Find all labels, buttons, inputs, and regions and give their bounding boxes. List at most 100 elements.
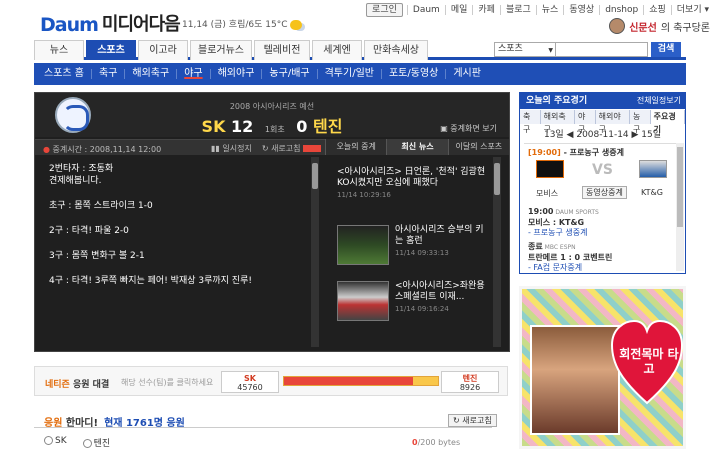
live-time: ● 중계시간 : 2008,11,14 12:00 (43, 145, 162, 154)
games-tab[interactable]: 농구 (630, 110, 651, 134)
tab-4[interactable]: 텔레비전 (254, 40, 310, 60)
subnav-item[interactable]: 포토/동영상 (380, 69, 445, 79)
ktg-logo (639, 160, 667, 178)
panel-tab[interactable]: 오늘의 중계 (325, 139, 387, 155)
panel-scrollbar[interactable] (676, 143, 684, 271)
vote-sk-radio[interactable]: SK (44, 436, 67, 449)
cheer-battle: 네티즌 응원 대결 해당 선수(팀)를 클릭하세요 SK 45760 텐진 8926 (34, 366, 508, 396)
panel-tab[interactable]: 이달의 스포츠 (447, 139, 509, 155)
daum-logo[interactable]: Daum 미디어다음 (40, 10, 181, 36)
top-nav-link[interactable]: 블로그 (499, 5, 536, 15)
team1-name: 모비스 (536, 189, 559, 198)
panel-tab[interactable]: 최신 뉴스 (386, 139, 448, 155)
home-score: 12 (231, 117, 254, 136)
subnav-item[interactable]: 격투기/일반 (316, 69, 381, 79)
cheer-team-sk[interactable]: SK 45760 (221, 371, 279, 393)
tab-0[interactable]: 뉴스 (34, 40, 84, 60)
news-item[interactable]: 아시아시리즈 승부의 키는 홈런 11/14 09:33:13 (395, 225, 487, 257)
news-item[interactable]: <아시아시리즈> 日언론, '천적' 김광현 KO시켰지만 오십에 패했다 11… (337, 167, 487, 199)
subnav-item[interactable]: 게시판 (445, 69, 488, 79)
video-relay-button[interactable]: 동영상중계 (582, 186, 627, 199)
ad-text: 회전목마 타고 (619, 347, 679, 376)
live-scoreboard: 2008 아시아시리즈 예선 SK 12 1회초 0 텐진 ▣ 중계화면 보기 … (34, 92, 510, 352)
vs-label: VS (592, 162, 613, 178)
news-item[interactable]: <아시아시리즈>좌완용 스페셜리트 이재... 11/14 09:16:24 (395, 281, 487, 313)
search-scope-select[interactable]: 스포츠 (494, 42, 556, 57)
news-scrollbar[interactable] (493, 157, 501, 347)
news-thumbnail[interactable] (337, 225, 389, 265)
news-thumbnail[interactable] (337, 281, 389, 321)
top-nav-link[interactable]: 카페 (472, 5, 500, 15)
top-nav-link[interactable]: 쇼핑 (643, 5, 671, 15)
schedule-header: 19:00 DAUM SPORTS (528, 207, 674, 218)
schedule-source: MBC ESPN (542, 244, 576, 251)
commentary-line: 2번타자 : 조동화 견제해봅니다. (49, 164, 114, 186)
games-tab[interactable]: 해외축구 (541, 110, 575, 134)
subnav-item[interactable]: 야구 (176, 69, 209, 79)
top-nav-link[interactable]: dnshop (599, 5, 643, 15)
schedule-header: 종료 MBC ESPN (528, 242, 674, 253)
top-nav-link[interactable]: 메일 (444, 5, 473, 15)
mobis-logo (536, 160, 564, 178)
tab-6[interactable]: 만화속세상 (364, 40, 428, 60)
panel-title: 오늘의 주요경기 전체일정보기 (520, 93, 685, 109)
schedule-sub: - FA컵 문자중계 (528, 263, 583, 272)
login-button[interactable]: 로그인 (366, 3, 403, 17)
cheer-hint: 해당 선수(팀)를 클릭하세요 (121, 378, 214, 387)
away-score: 0 (296, 117, 308, 136)
play-commentary: 2번타자 : 조동화 견제해봅니다. 초구 : 몸쪽 스트라이크 1-0 2구 : 타… (49, 163, 309, 300)
refresh-button[interactable]: ↻ 새로고침 (262, 143, 322, 154)
subnav-item[interactable]: 축구 (90, 69, 124, 79)
live-dot-icon: ● (43, 145, 50, 154)
cheer-team-tianjin[interactable]: 텐진 8926 (441, 371, 499, 393)
weather-icon (289, 19, 302, 30)
games-tab[interactable]: 주요경기 (650, 110, 685, 134)
games-tab[interactable]: 해외야구 (596, 110, 630, 134)
team-vote: SK 텐진 (44, 436, 110, 449)
cheer-count: 현재 1761명 응원 (104, 418, 185, 429)
schedule-item[interactable]: 19:00 DAUM SPORTS 모비스 : KT&G - 프로농구 생중계 (524, 207, 674, 238)
search-button[interactable]: 검색 (651, 42, 681, 57)
comment-refresh-button[interactable]: ↻ 새로고침 (448, 414, 497, 427)
subnav-item[interactable]: 해외야구 (209, 69, 262, 79)
replay-link[interactable]: ▣ 중계화면 보기 (440, 123, 497, 134)
speed-gauge[interactable] (303, 145, 322, 152)
date-navigator[interactable]: 13일 ◀ 2008-11-14 ▶ 15일 (520, 127, 685, 140)
tab-3[interactable]: 블로거뉴스 (190, 40, 252, 60)
comment-header: 응원 한마디! 현재 1761명 응원 (34, 412, 492, 429)
tab-1[interactable]: 스포츠 (86, 40, 136, 60)
search-input[interactable] (556, 42, 648, 57)
schedule-time: 종료 (528, 242, 543, 251)
logo-text: 미디어다음 (101, 14, 181, 35)
top-nav-link[interactable]: 더보기 ▾ (670, 5, 714, 15)
top-nav-link[interactable]: Daum (406, 5, 445, 15)
schedule-sub: - 프로농구 생중계 (528, 228, 588, 237)
carousel-ad[interactable]: 회전목마 타고 (519, 286, 686, 449)
games-tabs: 축구 해외축구 야구 해외야구 농구 주요경기 (520, 110, 685, 134)
top-nav-link[interactable]: 뉴스 (535, 5, 564, 15)
columnist-name: 신문선 (629, 22, 657, 34)
games-tab[interactable]: 축구 (520, 110, 541, 134)
subnav-item[interactable]: 해외축구 (124, 69, 176, 79)
columnist-link[interactable]: 신문선 의 축구당론 (609, 18, 710, 34)
schedule-time: 19:00 (528, 207, 554, 216)
avatar (609, 18, 626, 34)
team2-name: KT&G (641, 188, 663, 197)
tab-2[interactable]: 이고라 (138, 40, 188, 60)
subnav-item[interactable]: 스포츠 홈 (44, 69, 91, 79)
vote-tianjin-radio[interactable]: 텐진 (82, 436, 110, 449)
commentary-line: 초구 : 몸쪽 스트라이크 1-0 (49, 201, 153, 211)
logo-mark: Daum (40, 14, 99, 36)
games-tab[interactable]: 야구 (575, 110, 596, 134)
tab-5[interactable]: 세계엔 (312, 40, 362, 60)
schedule-title: 모비스 : KT&G (528, 218, 585, 227)
commentary-scrollbar[interactable] (311, 157, 319, 347)
cheer-title: 네티즌 응원 대결 (45, 380, 110, 390)
full-schedule-link[interactable]: 전체일정보기 (637, 93, 681, 109)
schedule-title: 트란메르 1 : 0 코벤트린 (528, 253, 613, 262)
subnav-item[interactable]: 농구/배구 (261, 69, 316, 79)
top-nav-link[interactable]: 동영상 (563, 5, 599, 15)
schedule-source: DAUM SPORTS (553, 209, 599, 216)
pause-button[interactable]: ▮▮ 일시정지 (211, 143, 252, 154)
schedule-item[interactable]: 종료 MBC ESPN 트란메르 1 : 0 코벤트린 - FA컵 문자중계 (524, 242, 674, 273)
